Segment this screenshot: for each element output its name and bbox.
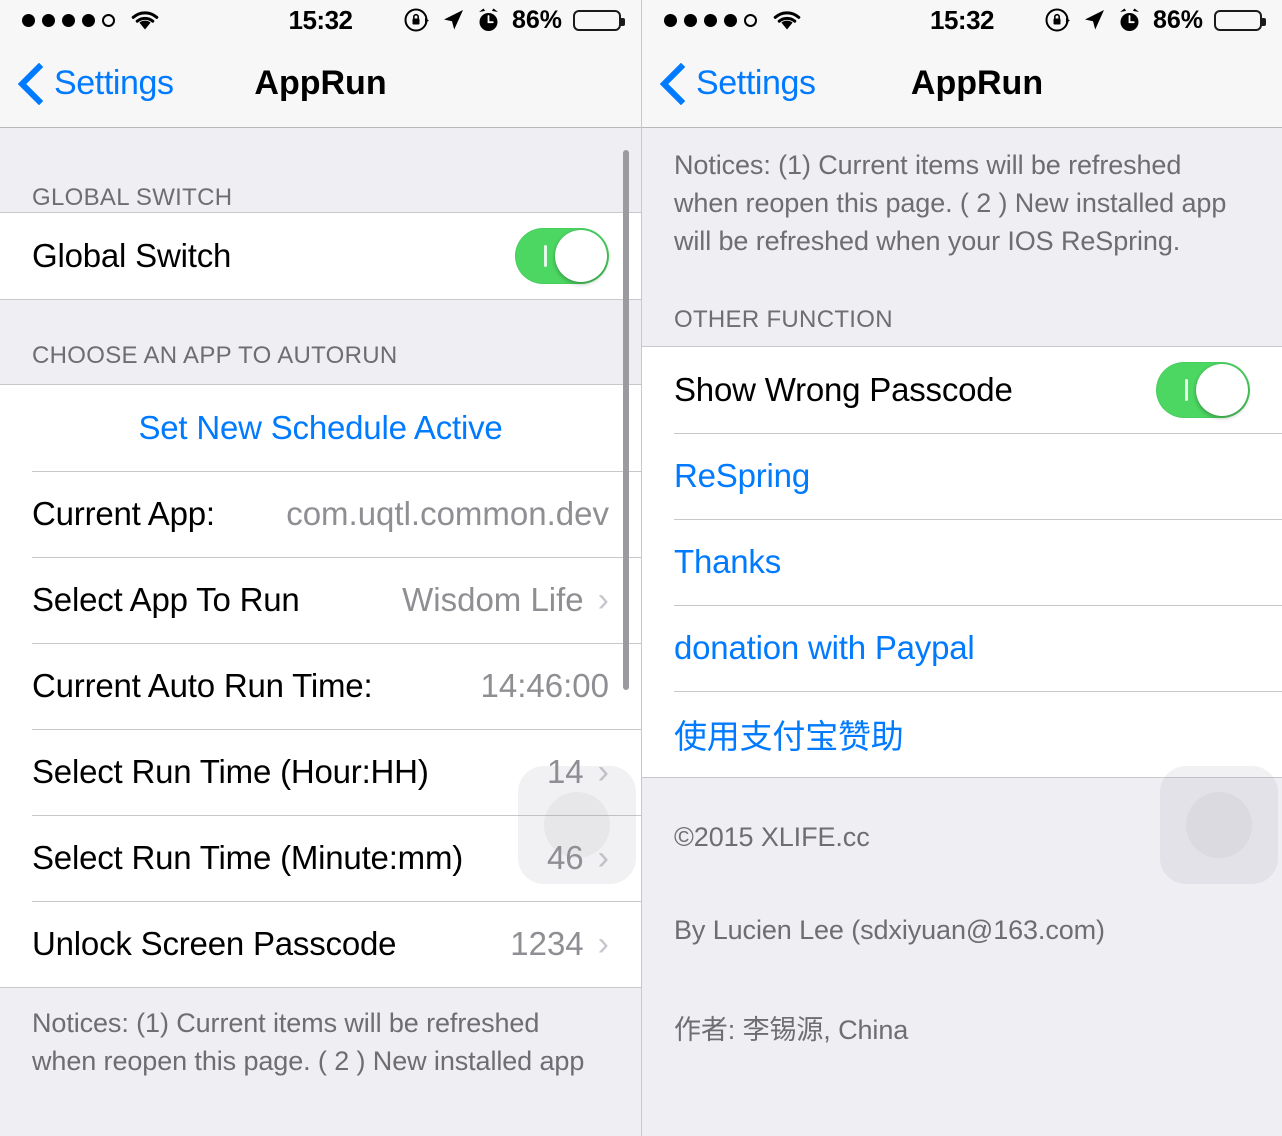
status-bar: 15:32 86% [642, 0, 1282, 40]
chevron-right-icon: › [597, 753, 609, 791]
battery-icon [573, 9, 625, 31]
toggle-on-bar [1185, 379, 1188, 401]
row-right-select-run-time-minute: 46 › [547, 839, 609, 877]
row-donation-alipay[interactable]: 使用支付宝赞助 [642, 691, 1282, 777]
row-global-switch[interactable]: Global Switch [0, 213, 641, 299]
toggle-knob [555, 230, 607, 282]
row-show-wrong-passcode[interactable]: Show Wrong Passcode [642, 347, 1282, 433]
row-value-select-run-time-minute: 46 [546, 839, 584, 876]
row-value-current-app: com.uqtl.common.dev [286, 495, 609, 532]
group-autorun: Set New Schedule Active Current App: com… [0, 384, 641, 988]
footer-author-cn: 作者: 李锡源, China [674, 1015, 909, 1045]
row-label-global-switch: Global Switch [32, 237, 232, 274]
row-value-current-auto-run-time: 14:46:00 [480, 667, 609, 704]
row-select-run-time-minute[interactable]: Select Run Time (Minute:mm) 46 › [0, 815, 641, 901]
left-footer-note: Notices: (1) Current items will be refre… [32, 1008, 585, 1076]
row-label-select-run-time-hour: Select Run Time (Hour:HH) [32, 753, 429, 790]
row-label-current-app: Current App: [32, 495, 215, 532]
footer-author-email: By Lucien Lee (sdxiyuan@163.com) [674, 915, 1105, 945]
row-label-current-auto-run-time: Current Auto Run Time: [32, 667, 373, 704]
left-phone-screen: 15:32 86% Settings AppRun GLOBAL SWITCH … [0, 0, 641, 1136]
toggle-global-switch[interactable] [515, 228, 609, 284]
nav-bar: Settings AppRun [642, 40, 1282, 128]
row-right-unlock-screen-passcode: 1234 › [510, 925, 609, 963]
right-phone-screen: 15:32 86% Settings AppRun Notices: (1) C… [641, 0, 1282, 1136]
chevron-right-icon: › [597, 925, 609, 963]
status-bar-time: 15:32 [288, 4, 354, 35]
row-label-set-new-schedule-active: Set New Schedule Active [138, 409, 503, 446]
chevron-left-icon [17, 62, 43, 105]
row-unlock-screen-passcode[interactable]: Unlock Screen Passcode 1234 › [0, 901, 641, 987]
dual-screenshot-container: 15:32 86% Settings AppRun GLOBAL SWITCH … [0, 0, 1282, 1136]
row-select-app-to-run[interactable]: Select App To Run Wisdom Life › [0, 557, 641, 643]
toggle-knob [1196, 364, 1248, 416]
section-header-global-switch: GLOBAL SWITCH [32, 184, 233, 211]
row-respring[interactable]: ReSpring [642, 433, 1282, 519]
row-label-select-run-time-minute: Select Run Time (Minute:mm) [32, 839, 464, 876]
row-value-select-run-time-hour: 14 [546, 753, 584, 790]
row-set-new-schedule-active[interactable]: Set New Schedule Active [0, 385, 641, 471]
back-button[interactable]: Settings [0, 62, 174, 105]
right-footer: ©2015 XLIFE.cc By Lucien Lee (sdxiyuan@1… [642, 778, 1282, 1047]
row-donation-paypal[interactable]: donation with Paypal [642, 605, 1282, 691]
row-right-select-app-to-run: Wisdom Life › [402, 581, 609, 619]
chevron-left-icon [659, 62, 685, 105]
status-bar: 15:32 86% [0, 0, 641, 40]
row-select-run-time-hour[interactable]: Select Run Time (Hour:HH) 14 › [0, 729, 641, 815]
row-label-donation-paypal: donation with Paypal [674, 629, 975, 666]
right-settings-list: Notices: (1) Current items will be refre… [642, 128, 1282, 1047]
section-header-other-function: OTHER FUNCTION [674, 306, 893, 333]
battery-icon [1214, 9, 1266, 31]
footer-copyright: ©2015 XLIFE.cc [674, 822, 870, 852]
row-value-select-app-to-run: Wisdom Life [402, 581, 584, 618]
left-settings-list: GLOBAL SWITCH Global Switch CHOOSE AN AP… [0, 128, 641, 1080]
row-label-unlock-screen-passcode: Unlock Screen Passcode [32, 925, 397, 962]
status-bar-time: 15:32 [930, 4, 995, 35]
row-current-auto-run-time: Current Auto Run Time: 14:46:00 [0, 643, 641, 729]
row-current-app: Current App: com.uqtl.common.dev [0, 471, 641, 557]
group-global-switch: Global Switch [0, 212, 641, 300]
row-value-unlock-screen-passcode: 1234 [510, 925, 584, 962]
group-other-function: Show Wrong Passcode ReSpring Thanks dona… [642, 346, 1282, 778]
toggle-on-bar [544, 245, 547, 267]
back-button-label: Settings [54, 64, 174, 102]
nav-bar: Settings AppRun [0, 40, 641, 128]
right-top-note: Notices: (1) Current items will be refre… [674, 150, 1227, 256]
row-right-select-run-time-hour: 14 › [547, 753, 609, 791]
back-button[interactable]: Settings [642, 62, 816, 105]
section-header-choose-app: CHOOSE AN APP TO AUTORUN [32, 342, 398, 369]
row-label-select-app-to-run: Select App To Run [32, 581, 300, 618]
row-label-show-wrong-passcode: Show Wrong Passcode [674, 371, 1013, 408]
row-label-thanks: Thanks [674, 543, 782, 580]
toggle-show-wrong-passcode[interactable] [1156, 362, 1250, 418]
chevron-right-icon: › [597, 839, 609, 877]
vertical-scrollbar[interactable] [623, 150, 629, 690]
back-button-label: Settings [696, 64, 816, 102]
row-thanks[interactable]: Thanks [642, 519, 1282, 605]
row-label-donation-alipay: 使用支付宝赞助 [674, 718, 904, 755]
row-label-respring: ReSpring [674, 457, 810, 494]
row-right-current-auto-run-time: 14:46:00 [481, 667, 609, 705]
chevron-right-icon: › [597, 581, 609, 619]
row-right-current-app: com.uqtl.common.dev [286, 495, 609, 533]
